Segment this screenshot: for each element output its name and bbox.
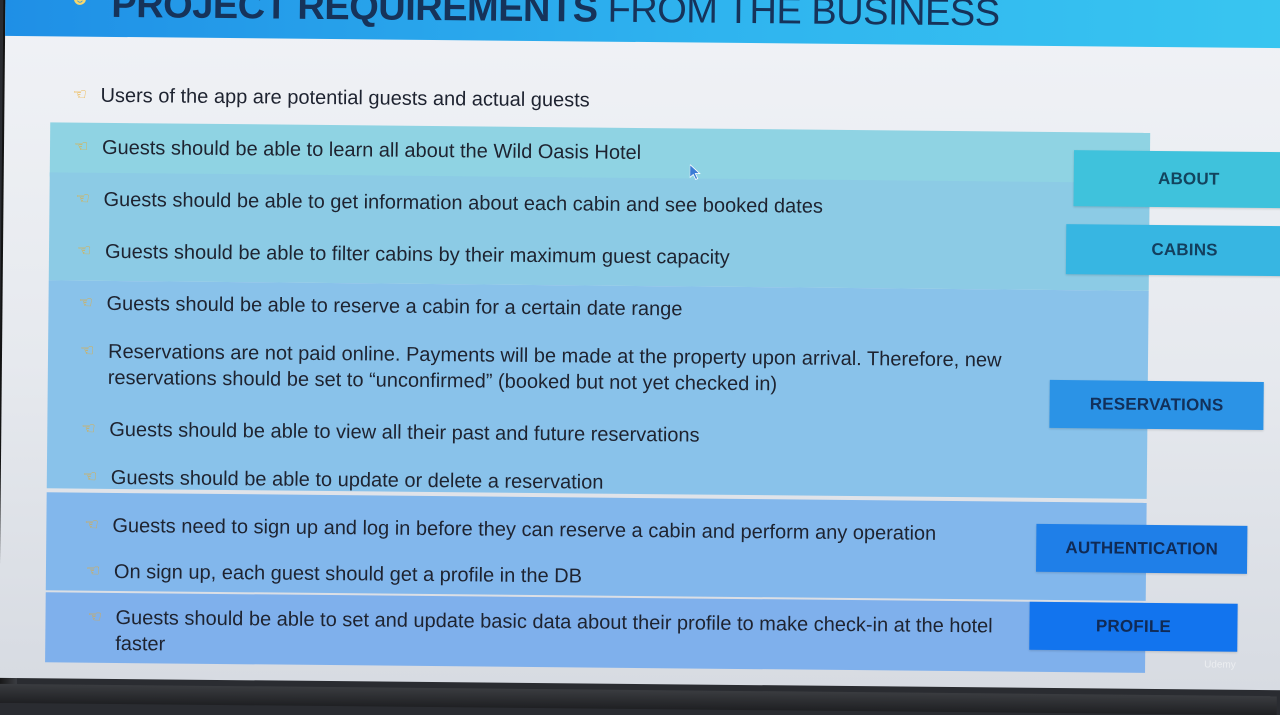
watermark: Udemy — [1204, 659, 1236, 671]
profile-tag-label: PROFILE — [1095, 616, 1172, 637]
authentication-tag: AUTHENTICATION — [1035, 523, 1248, 574]
reservations-tag: RESERVATIONS — [1049, 379, 1264, 430]
slide-title: PROJECT REQUIREMENTS FROM THE BUSINESS — [111, 0, 1000, 35]
pointing-hand-icon: ☜ — [82, 468, 98, 486]
slide-header: ☻ PROJECT REQUIREMENTS FROM THE BUSINESS — [5, 0, 1280, 49]
photo-stage: ☻ PROJECT REQUIREMENTS FROM THE BUSINESS… — [0, 0, 1280, 715]
cabins-tag-label: CABINS — [1151, 239, 1218, 260]
pointing-hand-icon: ☜ — [87, 608, 102, 626]
pointing-hand-icon: ☜ — [73, 138, 89, 156]
about-tag: ABOUT — [1073, 150, 1280, 209]
pointing-hand-icon: ☜ — [85, 562, 101, 580]
reservations-item-text: Reservations are not paid online. Paymen… — [107, 340, 1002, 396]
pointing-hand-icon: ☜ — [79, 342, 95, 360]
person-icon: ☻ — [69, 0, 93, 11]
authentication-item-text: On sign up, each guest should get a prof… — [113, 560, 583, 588]
profile-item-text: Guests should be able to set and update … — [115, 606, 993, 656]
title-rest: FROM THE BUSINESS — [597, 0, 1000, 35]
reservations-item-text: Guests should be able to update or delet… — [110, 466, 604, 494]
pointing-hand-icon: ☜ — [78, 294, 93, 312]
reservations-item: ☜ Reservations are not paid online. Paym… — [80, 339, 1028, 400]
authentication-tag-label: AUTHENTICATION — [1065, 538, 1219, 559]
reservations-tag-label: RESERVATIONS — [1089, 394, 1224, 415]
profile-tag: PROFILE — [1029, 601, 1238, 652]
reservations-item-text: Guests should be able to reserve a cabin… — [106, 292, 683, 321]
about-item: ☜ Guests should be able to learn all abo… — [74, 135, 641, 166]
pointing-hand-icon: ☜ — [76, 242, 92, 260]
cabins-tag: CABINS — [1065, 224, 1280, 277]
about-tag-label: ABOUT — [1157, 168, 1220, 189]
pointing-hand-icon: ☜ — [72, 86, 87, 104]
intro-item: ☜ Users of the app are potential guests … — [72, 83, 589, 114]
title-bold: PROJECT REQUIREMENTS — [111, 0, 598, 31]
pointing-hand-icon: ☜ — [75, 190, 90, 208]
about-item-text: Guests should be able to learn all about… — [101, 136, 642, 165]
mouse-cursor-icon — [689, 164, 701, 181]
slide: ☻ PROJECT REQUIREMENTS FROM THE BUSINESS… — [0, 0, 1280, 691]
monitor-bezel-bottom — [0, 683, 1277, 715]
intro-text: Users of the app are potential guests an… — [100, 84, 590, 112]
pointing-hand-icon: ☜ — [84, 516, 99, 534]
pointing-hand-icon: ☜ — [81, 420, 96, 438]
reservations-item: ☜ Guests should be able to update or del… — [83, 465, 604, 496]
profile-item: ☜ Guests should be able to set and updat… — [87, 605, 1035, 666]
authentication-item: ☜ On sign up, each guest should get a pr… — [86, 559, 582, 590]
